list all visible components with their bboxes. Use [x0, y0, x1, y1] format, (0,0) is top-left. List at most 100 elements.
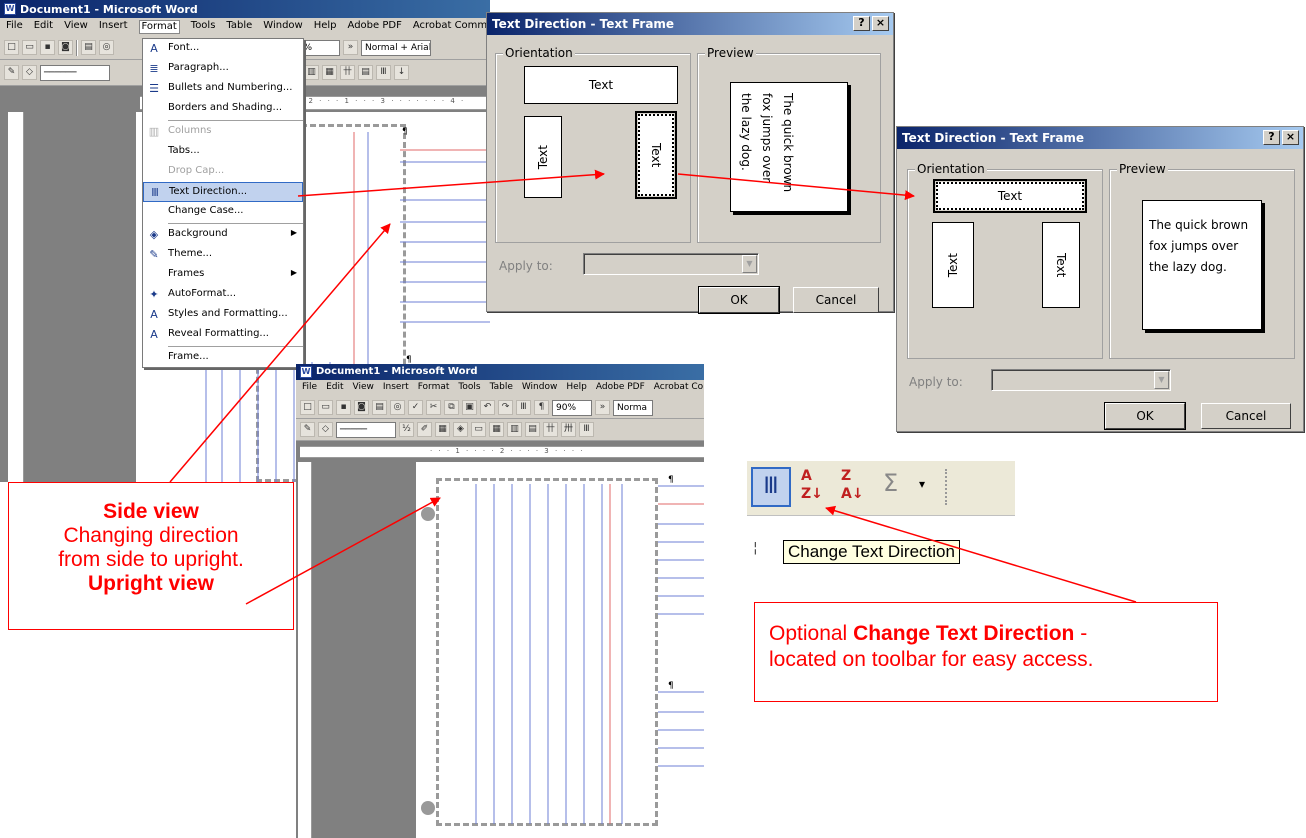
menu-edit[interactable]: Edit — [34, 20, 53, 34]
sort-asc-icon[interactable]: ↓ — [394, 65, 409, 80]
new-doc-icon[interactable]: □ — [4, 40, 19, 55]
menu-item-styles[interactable]: A Styles and Formatting... — [143, 305, 303, 325]
autofit-icon[interactable]: ▤ — [358, 65, 373, 80]
toolbar-options-dropdown[interactable]: ▾ — [919, 477, 933, 497]
menu-adobe-pdf[interactable]: Adobe PDF — [596, 382, 645, 395]
autosum-button[interactable]: Σ — [883, 469, 911, 505]
menu-item-borders[interactable]: Borders and Shading... — [143, 99, 303, 119]
menu-item-reveal-formatting[interactable]: A Reveal Formatting... — [143, 325, 303, 345]
orientation-option-horizontal[interactable]: Text — [524, 66, 678, 104]
autofit-icon[interactable]: 卅 — [561, 422, 576, 437]
zoom-combo[interactable]: 90% — [552, 399, 592, 416]
line-weight-icon[interactable]: ½ — [399, 422, 414, 437]
menu-insert[interactable]: Insert — [99, 20, 128, 34]
ok-button[interactable]: OK — [698, 286, 780, 314]
border-color-icon[interactable]: ✐ — [417, 422, 432, 437]
menu-item-paragraph[interactable]: ≣ Paragraph... — [143, 59, 303, 79]
change-text-direction-button[interactable]: Ⅲ — [751, 467, 791, 507]
menu-help[interactable]: Help — [314, 20, 337, 34]
eraser-icon[interactable]: ◇ — [22, 65, 37, 80]
cut-icon[interactable]: ✂ — [426, 400, 441, 415]
menu-item-tabs[interactable]: Tabs... — [143, 142, 303, 162]
redo-icon[interactable]: ↷ — [498, 400, 513, 415]
menu-window[interactable]: Window — [522, 382, 558, 395]
style-combo[interactable]: Norma — [613, 399, 653, 416]
menu-item-text-direction[interactable]: Ⅲ Text Direction... — [143, 182, 303, 202]
menu-adobe-pdf[interactable]: Adobe PDF — [348, 20, 402, 34]
menu-insert[interactable]: Insert — [383, 382, 409, 395]
style-combo[interactable]: Normal + Arial — [361, 39, 431, 56]
toolbar-options-icon[interactable]: » — [595, 400, 610, 415]
line-style-combo[interactable]: ───── — [336, 421, 396, 438]
orientation-option-vertical-down[interactable]: Text — [635, 111, 677, 199]
menu-view[interactable]: View — [64, 20, 88, 34]
menu-item-font[interactable]: A Font... — [143, 39, 303, 59]
merge-icon[interactable]: 卄 — [340, 65, 355, 80]
menu-help[interactable]: Help — [566, 382, 587, 395]
print-preview-icon[interactable]: ◎ — [99, 40, 114, 55]
toolbar-options-icon[interactable]: » — [343, 40, 358, 55]
distribute-icon[interactable]: 卄 — [543, 422, 558, 437]
undo-icon[interactable]: ↶ — [480, 400, 495, 415]
print-preview-icon[interactable]: ◎ — [390, 400, 405, 415]
menu-tools[interactable]: Tools — [458, 382, 480, 395]
distribute-icon[interactable]: ▥ — [304, 65, 319, 80]
merge-icon[interactable]: ▦ — [489, 422, 504, 437]
menu-acrobat-comments[interactable]: Acrobat Co — [654, 382, 703, 395]
menu-item-background[interactable]: ◈ Background ▶ — [143, 225, 303, 245]
menu-item-bullets[interactable]: ☰ Bullets and Numbering... — [143, 79, 303, 99]
permission-icon[interactable]: ◙ — [58, 40, 73, 55]
menu-item-change-case[interactable]: Change Case... — [143, 202, 303, 222]
cancel-button[interactable]: Cancel — [1201, 403, 1291, 429]
draw-table-icon[interactable]: ✎ — [300, 422, 315, 437]
menu-format[interactable]: Format — [138, 20, 180, 34]
text-direction-tb-icon[interactable]: Ⅲ — [376, 65, 391, 80]
save-icon[interactable]: ▪ — [40, 40, 55, 55]
copy-icon[interactable]: ⧉ — [444, 400, 459, 415]
insert-table-icon[interactable]: ▦ — [322, 65, 337, 80]
spelling-icon[interactable]: ✓ — [408, 400, 423, 415]
menu-table[interactable]: Table — [490, 382, 513, 395]
menu-tools[interactable]: Tools — [191, 20, 216, 34]
open-icon[interactable]: ▭ — [318, 400, 333, 415]
orientation-option-horizontal[interactable]: Text — [933, 179, 1087, 213]
menu-item-autoformat[interactable]: ✦ AutoFormat... — [143, 285, 303, 305]
menu-item-columns[interactable]: ▥ Columns — [143, 122, 303, 142]
paste-icon[interactable]: ▣ — [462, 400, 477, 415]
text-direction-tb-icon[interactable]: Ⅲ — [579, 422, 594, 437]
menu-item-frame[interactable]: Frame... — [143, 348, 303, 368]
split-icon[interactable]: ▥ — [507, 422, 522, 437]
orientation-option-vertical-up[interactable]: Text — [524, 116, 562, 198]
save-icon[interactable]: ▪ — [336, 400, 351, 415]
borders-icon[interactable]: ▦ — [435, 422, 450, 437]
permission-icon[interactable]: ◙ — [354, 400, 369, 415]
menu-item-drop-cap[interactable]: Drop Cap... — [143, 162, 303, 182]
menu-format[interactable]: Format — [418, 382, 450, 395]
menu-edit[interactable]: Edit — [326, 382, 343, 395]
cancel-button[interactable]: Cancel — [793, 287, 879, 313]
apply-to-combo[interactable]: ▼ — [583, 253, 759, 275]
help-button[interactable]: ? — [853, 16, 870, 31]
align-icon[interactable]: ▤ — [525, 422, 540, 437]
menu-window[interactable]: Window — [263, 20, 302, 34]
menu-file[interactable]: File — [302, 382, 317, 395]
orientation-option-vertical-down[interactable]: Text — [1042, 222, 1080, 308]
menu-file[interactable]: File — [6, 20, 23, 34]
sort-descending-button[interactable]: Z A↓ — [841, 467, 869, 507]
text-direction-tb-icon[interactable]: Ⅲ — [516, 400, 531, 415]
insert-table-icon[interactable]: ▭ — [471, 422, 486, 437]
line-style-combo[interactable]: ────── — [40, 64, 110, 81]
show-hide-paragraph-icon[interactable]: ¶ — [534, 400, 549, 415]
menu-acrobat-comments[interactable]: Acrobat Comments — [413, 20, 490, 34]
print-icon[interactable]: ▤ — [372, 400, 387, 415]
shading-icon[interactable]: ◈ — [453, 422, 468, 437]
help-button[interactable]: ? — [1263, 130, 1280, 145]
menu-item-frames[interactable]: Frames ▶ — [143, 265, 303, 285]
orientation-option-vertical-up[interactable]: Text — [932, 222, 974, 308]
print-icon[interactable]: ▤ — [81, 40, 96, 55]
close-button[interactable]: × — [872, 16, 889, 31]
draw-table-icon[interactable]: ✎ — [4, 65, 19, 80]
sort-ascending-button[interactable]: A Z↓ — [801, 467, 829, 507]
new-doc-icon[interactable]: □ — [300, 400, 315, 415]
open-icon[interactable]: ▭ — [22, 40, 37, 55]
